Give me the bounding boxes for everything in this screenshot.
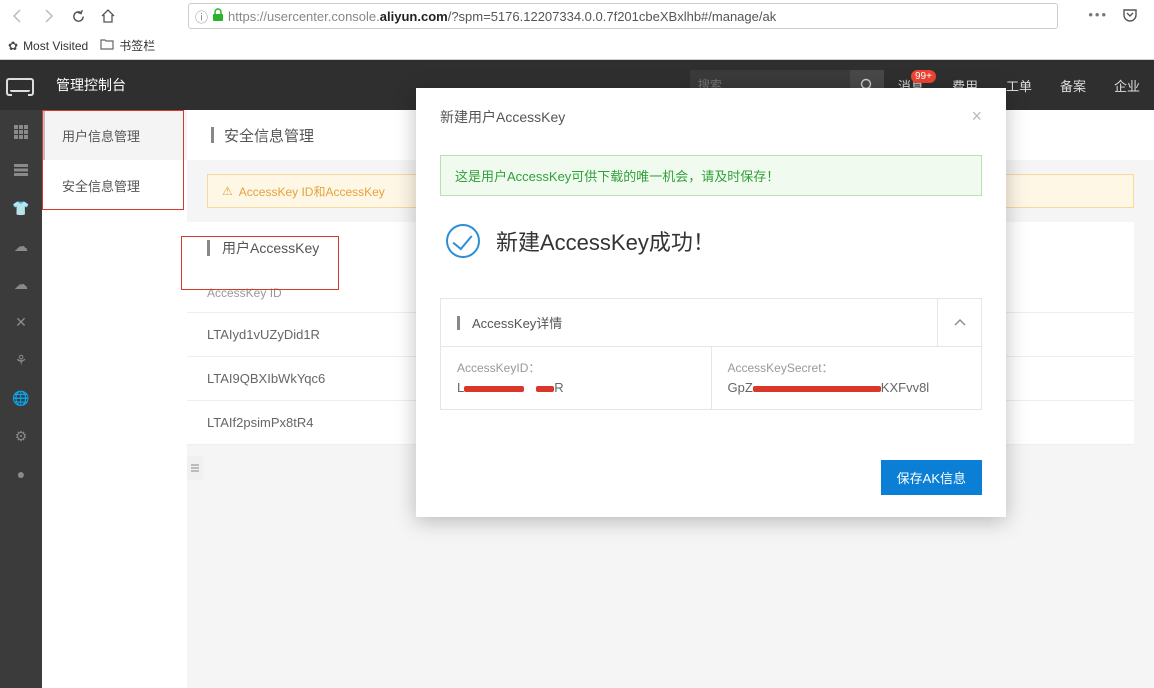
bookmarks-folder[interactable]: 书签栏 bbox=[100, 37, 155, 54]
message-badge: 99+ bbox=[911, 70, 936, 83]
gear-icon: ✿ bbox=[8, 39, 18, 53]
title-bar-accent bbox=[211, 127, 214, 143]
icon-rail: 👕 ☁ ☁ ✕ ⚘ 🌐 ⚙ ● bbox=[0, 110, 42, 688]
sidebar-item-label: 安全信息管理 bbox=[62, 176, 140, 195]
warning-icon: ⚠ bbox=[222, 184, 233, 198]
rail-bug-icon[interactable]: ⚙ bbox=[13, 428, 29, 444]
rail-cloud2-icon[interactable]: ☁ bbox=[13, 276, 29, 292]
reload-button[interactable] bbox=[68, 6, 88, 26]
url-path: /?spm=5176.12207334.0.0.7f201cbeXBxlhb#/… bbox=[448, 9, 777, 24]
bookmarks-folder-label: 书签栏 bbox=[119, 37, 155, 54]
redaction-mark bbox=[464, 386, 524, 392]
details-title: AccessKey详情 bbox=[472, 313, 562, 332]
accesskey-details-header[interactable]: AccessKey详情 bbox=[440, 298, 982, 347]
collapse-sidebar-handle[interactable] bbox=[187, 456, 203, 480]
nav-enterprise[interactable]: 企业 bbox=[1100, 76, 1154, 95]
lock-icon bbox=[212, 8, 224, 25]
sidebar-item-label: 用户信息管理 bbox=[62, 126, 140, 145]
home-button[interactable] bbox=[98, 6, 118, 26]
secret-prefix: GpZ bbox=[728, 380, 753, 395]
chevron-up-icon[interactable] bbox=[937, 299, 981, 346]
rail-share-icon[interactable]: ⚘ bbox=[13, 352, 29, 368]
rail-server-icon[interactable] bbox=[13, 162, 29, 178]
redaction-mark bbox=[753, 386, 881, 392]
page-actions-icon[interactable]: ••• bbox=[1088, 7, 1108, 26]
rail-grid-icon[interactable] bbox=[13, 124, 29, 140]
accesskey-tab-title: 用户AccessKey bbox=[222, 238, 319, 258]
pocket-icon[interactable] bbox=[1122, 7, 1138, 26]
nav-beian[interactable]: 备案 bbox=[1046, 76, 1100, 95]
check-circle-icon bbox=[446, 224, 480, 258]
rail-cloud-icon[interactable]: ☁ bbox=[13, 238, 29, 254]
sidebar-item-user-info[interactable]: 用户信息管理 bbox=[42, 110, 187, 160]
accesskey-secret-value: GpZ KXFvv8l bbox=[728, 380, 966, 395]
new-accesskey-modal: 新建用户AccessKey × 这是用户AccessKey可供下载的唯一机会，请… bbox=[416, 88, 1006, 517]
url-bar[interactable]: ⓘ https://usercenter.console.aliyun.com/… bbox=[188, 3, 1058, 29]
sidebar-item-security-info[interactable]: 安全信息管理 bbox=[42, 160, 187, 210]
most-visited-label: Most Visited bbox=[23, 39, 88, 53]
accesskey-details-body: AccessKeyID： LR AccessKeySecret： GpZKXFv… bbox=[440, 347, 982, 410]
title-accent bbox=[207, 240, 210, 256]
rail-shirt-icon[interactable]: 👕 bbox=[13, 200, 29, 216]
aliyun-logo[interactable] bbox=[0, 60, 40, 110]
close-icon[interactable]: × bbox=[971, 106, 982, 127]
secret-suffix: KXFvv8l bbox=[881, 380, 929, 395]
forward-button[interactable] bbox=[38, 6, 58, 26]
warning-text: AccessKey ID和AccessKey bbox=[239, 183, 385, 200]
accesskey-id-value: LR bbox=[457, 380, 695, 395]
download-warning-alert: 这是用户AccessKey可供下载的唯一机会，请及时保存！ bbox=[440, 155, 982, 196]
rail-globe-icon[interactable]: 🌐 bbox=[13, 390, 29, 406]
url-prefix: https://usercenter.console. bbox=[228, 9, 380, 24]
most-visited-link[interactable]: ✿ Most Visited bbox=[8, 39, 88, 53]
browser-nav-bar: ⓘ https://usercenter.console.aliyun.com/… bbox=[0, 0, 1154, 32]
id-prefix: L bbox=[457, 380, 464, 395]
bar-accent bbox=[457, 316, 460, 330]
back-button[interactable] bbox=[8, 6, 28, 26]
modal-title: 新建用户AccessKey bbox=[440, 107, 565, 127]
redaction-mark bbox=[536, 386, 554, 392]
rail-dot-icon[interactable]: ● bbox=[13, 466, 29, 482]
console-title: 管理控制台 bbox=[56, 75, 126, 95]
save-ak-button[interactable]: 保存AK信息 bbox=[881, 460, 982, 495]
left-nav: 用户信息管理 安全信息管理 bbox=[42, 110, 187, 688]
url-domain: aliyun.com bbox=[380, 9, 448, 24]
accesskey-secret-label: AccessKeySecret： bbox=[728, 359, 966, 376]
info-icon[interactable]: ⓘ bbox=[195, 7, 208, 26]
folder-icon bbox=[100, 38, 114, 53]
success-text: 新建AccessKey成功！ bbox=[496, 225, 715, 257]
id-suffix: R bbox=[554, 380, 563, 395]
accesskey-id-label: AccessKeyID： bbox=[457, 359, 695, 376]
bookmark-bar: ✿ Most Visited 书签栏 bbox=[0, 32, 1154, 60]
rail-shuffle-icon[interactable]: ✕ bbox=[13, 314, 29, 330]
success-row: 新建AccessKey成功！ bbox=[440, 224, 982, 258]
page-title: 安全信息管理 bbox=[224, 125, 314, 146]
